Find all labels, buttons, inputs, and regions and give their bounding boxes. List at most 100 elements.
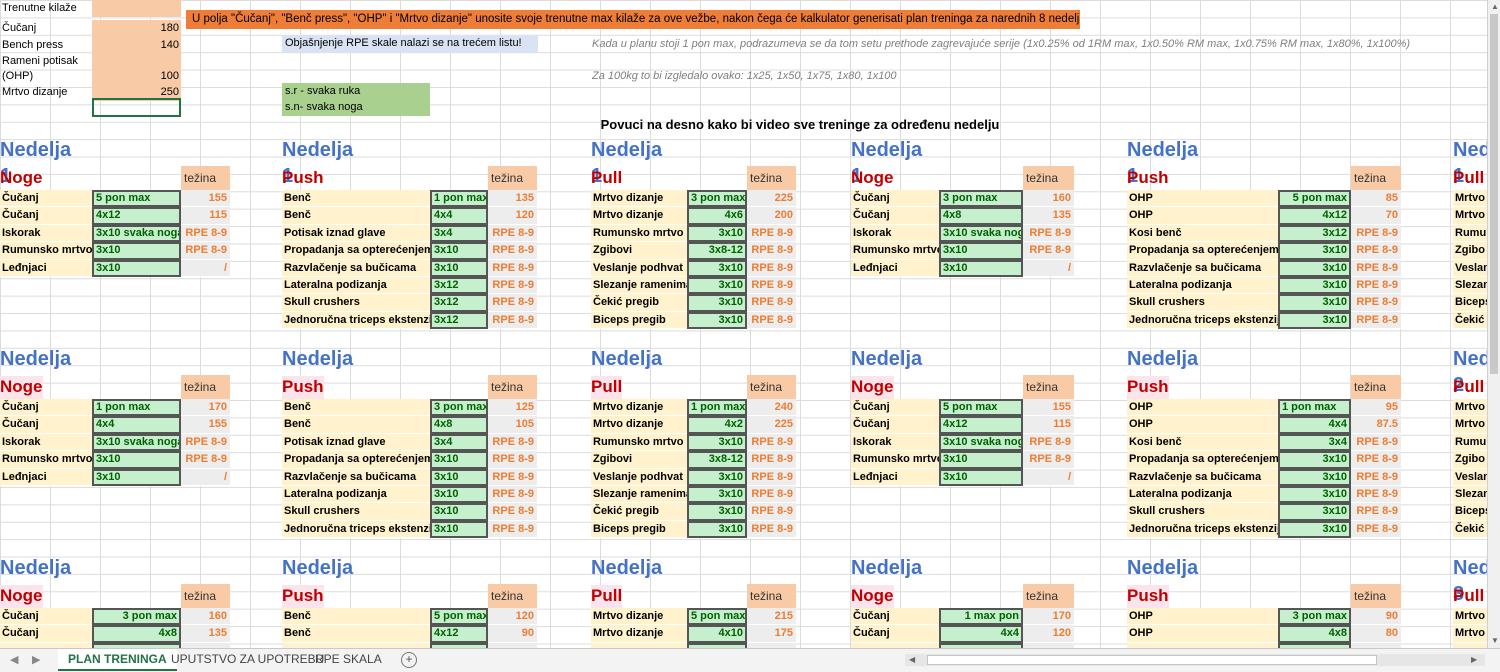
weight-cell[interactable]: RPE 8-9: [747, 503, 796, 521]
exercise-name[interactable]: OHP: [1127, 416, 1278, 434]
vertical-scroll-thumb[interactable]: [1490, 14, 1498, 374]
weight-cell[interactable]: RPE 8-9: [488, 224, 537, 243]
weight-cell[interactable]: 135: [181, 625, 230, 643]
sets-reps-cell[interactable]: 3x4: [430, 433, 488, 452]
sets-reps-cell[interactable]: 5 pon max: [430, 608, 488, 626]
exercise-name[interactable]: Čekić: [1453, 311, 1487, 330]
sets-reps-cell[interactable]: 5 pon max: [1278, 190, 1351, 208]
exercise-name[interactable]: Skull crushers: [1127, 503, 1278, 521]
sets-reps-cell[interactable]: 4x4: [939, 625, 1023, 643]
exercise-name[interactable]: Potisak iznad glave: [282, 224, 430, 243]
sets-reps-cell[interactable]: 5 pon max: [939, 399, 1023, 417]
scroll-right-icon[interactable]: ▶: [1471, 655, 1477, 664]
exercise-name[interactable]: Benč: [282, 190, 430, 208]
exercise-name[interactable]: Veslanje podhvat: [591, 468, 687, 486]
input-bench-max[interactable]: 140: [92, 37, 181, 54]
exercise-name[interactable]: Benč: [282, 207, 430, 225]
exercise-name[interactable]: Rumunsko mrtvo: [851, 451, 939, 469]
triangle-right-icon[interactable]: ▶: [32, 653, 40, 666]
tab-rpe-skala[interactable]: RPE SKALA: [305, 649, 392, 671]
sets-reps-cell[interactable]: 4x12: [430, 625, 488, 643]
exercise-name[interactable]: Mrtvo: [1453, 625, 1487, 643]
sets-reps-cell[interactable]: 3x10 svaka noga: [92, 433, 181, 452]
weight-cell[interactable]: RPE 8-9: [1351, 242, 1401, 260]
weight-cell[interactable]: 90: [1351, 608, 1401, 626]
sets-reps-cell[interactable]: 3x10: [687, 294, 747, 312]
weight-cell[interactable]: RPE 8-9: [1351, 451, 1401, 469]
sets-reps-cell[interactable]: 3x8-12: [687, 451, 747, 469]
weight-cell[interactable]: RPE 8-9: [747, 224, 796, 243]
sets-reps-cell[interactable]: 4x2: [687, 416, 747, 434]
sets-reps-cell[interactable]: 4x4: [92, 416, 181, 434]
exercise-name[interactable]: Mrtvo dizanje: [591, 625, 687, 643]
exercise-name[interactable]: Mrtvo dizanje: [591, 399, 687, 417]
weight-cell[interactable]: 120: [1023, 625, 1074, 643]
weight-cell[interactable]: RPE 8-9: [488, 503, 537, 521]
exercise-name[interactable]: Skull crushers: [1127, 294, 1278, 312]
weight-cell[interactable]: 120: [488, 608, 537, 626]
weight-cell[interactable]: RPE 8-9: [181, 242, 230, 260]
sets-reps-cell[interactable]: 3x10 svaka noga: [939, 433, 1023, 452]
sets-reps-cell[interactable]: 3x10: [430, 242, 488, 260]
weight-cell[interactable]: RPE 8-9: [747, 486, 796, 504]
exercise-name[interactable]: Čučanj: [851, 416, 939, 434]
sets-reps-cell[interactable]: 3 pon max: [92, 608, 181, 626]
sets-reps-cell[interactable]: 3x12: [430, 294, 488, 312]
exercise-name[interactable]: Rumunsko mrtvo: [0, 242, 92, 260]
weight-cell[interactable]: 155: [181, 190, 230, 208]
sets-reps-cell[interactable]: 3x10: [687, 468, 747, 486]
scroll-up-icon[interactable]: ▲: [1491, 2, 1499, 11]
exercise-name[interactable]: OHP: [1127, 190, 1278, 208]
exercise-name[interactable]: Jednoručna triceps ekstenzija: [282, 311, 430, 330]
exercise-name[interactable]: Zgibo: [1453, 242, 1487, 260]
sets-reps-cell[interactable]: 3x10: [687, 277, 747, 295]
exercise-name[interactable]: Lateralna podizanja: [282, 486, 430, 504]
exercise-name[interactable]: OHP: [1127, 207, 1278, 225]
exercise-name[interactable]: Zgibovi: [591, 242, 687, 260]
weight-cell[interactable]: RPE 8-9: [1023, 224, 1074, 243]
sets-reps-cell[interactable]: 3x10: [92, 259, 181, 277]
exercise-name[interactable]: Mrtvo dizanje: [591, 190, 687, 208]
weight-cell[interactable]: RPE 8-9: [747, 311, 796, 330]
exercise-name[interactable]: Iskorak: [0, 433, 92, 452]
exercise-name[interactable]: OHP: [1127, 625, 1278, 643]
exercise-name[interactable]: Skull crushers: [282, 294, 430, 312]
exercise-name[interactable]: Veslanje podhvat: [591, 259, 687, 277]
exercise-name[interactable]: Rumunsko mrtvo: [851, 242, 939, 260]
weight-cell[interactable]: 225: [747, 190, 796, 208]
exercise-name[interactable]: Veslan: [1453, 468, 1487, 486]
weight-cell[interactable]: 115: [1023, 416, 1074, 434]
exercise-name[interactable]: Jednoručna triceps ekstenzija: [1127, 311, 1278, 330]
sets-reps-cell[interactable]: 3 pon max: [939, 190, 1023, 208]
weight-cell[interactable]: RPE 8-9: [181, 451, 230, 469]
weight-cell[interactable]: RPE 8-9: [488, 486, 537, 504]
weight-cell[interactable]: RPE 8-9: [1351, 486, 1401, 504]
weight-cell[interactable]: RPE 8-9: [488, 520, 537, 539]
sets-reps-cell[interactable]: 3x10: [939, 242, 1023, 260]
exercise-name[interactable]: OHP: [1127, 608, 1278, 626]
weight-cell[interactable]: 135: [488, 190, 537, 208]
sets-reps-cell[interactable]: 4x10: [687, 625, 747, 643]
sets-reps-cell[interactable]: 1 pon max: [92, 399, 181, 417]
exercise-name[interactable]: Propadanja sa opterećenjem: [282, 451, 430, 469]
exercise-name[interactable]: Rumunsko mrtvo: [0, 451, 92, 469]
exercise-name[interactable]: Razvlačenje sa bučicama: [1127, 468, 1278, 486]
sets-reps-cell[interactable]: 3x10: [1278, 294, 1351, 312]
weight-cell[interactable]: 80: [1351, 625, 1401, 643]
sets-reps-cell[interactable]: 3x12: [430, 311, 488, 330]
exercise-name[interactable]: Lateralna podizanja: [282, 277, 430, 295]
weight-cell[interactable]: RPE 8-9: [488, 468, 537, 486]
weight-cell[interactable]: 90: [488, 625, 537, 643]
weight-cell[interactable]: /: [1023, 468, 1074, 486]
triangle-left-icon[interactable]: ◀: [10, 653, 18, 666]
plus-circle-icon[interactable]: +: [401, 652, 417, 668]
sets-reps-cell[interactable]: 4x4: [1278, 416, 1351, 434]
tab-plan-treninga[interactable]: PLAN TRENINGA: [58, 649, 177, 671]
scroll-down-icon[interactable]: ▼: [1491, 636, 1499, 645]
exercise-name[interactable]: Razvlačenje sa bučicama: [282, 259, 430, 277]
weight-cell[interactable]: /: [181, 259, 230, 277]
sets-reps-cell[interactable]: 4x8: [430, 416, 488, 434]
sets-reps-cell[interactable]: 3x10: [1278, 503, 1351, 521]
weight-cell[interactable]: RPE 8-9: [747, 242, 796, 260]
sets-reps-cell[interactable]: 3x10: [939, 259, 1023, 277]
